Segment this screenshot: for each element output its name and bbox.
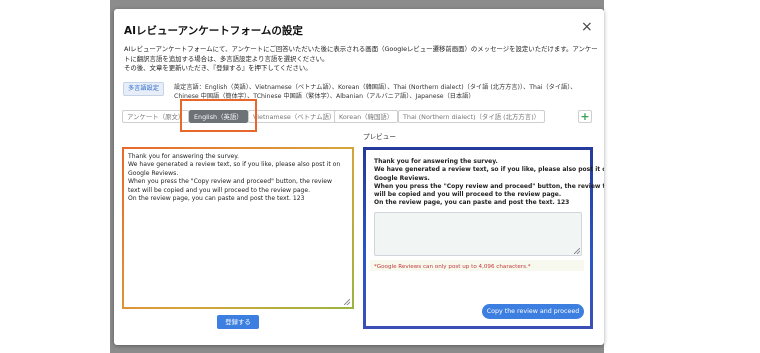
preview-line: When you press the "Copy review and proc… (374, 182, 604, 190)
editor-line: Thank you for answering the survey. (128, 153, 239, 160)
message-editor[interactable]: Thank you for answering the survey. We h… (122, 147, 354, 309)
tab-thai-northern[interactable]: Thai (Northern dialect)（タイ語 (北方方言)） (398, 110, 546, 123)
resize-handle-icon[interactable] (344, 299, 350, 305)
tab-vietnamese[interactable]: Vietnamese（ベトナム語） (248, 110, 341, 123)
description-line: トに翻訳言語を追加する場合は、多言語設定より言語を選択ください。 (124, 54, 329, 63)
close-icon[interactable]: × (581, 20, 593, 34)
preview-review-textarea[interactable] (374, 212, 582, 256)
preview-line: will be copied and you will proceed to t… (374, 191, 562, 199)
copy-review-proceed-button[interactable]: Copy the review and proceed (482, 304, 584, 319)
editor-line: Google Reviews. (128, 169, 179, 177)
preview-line: Thank you for answering the survey. (374, 158, 498, 165)
description-line: その後、文章を更新いただき、『登録する』を押下してください。 (124, 64, 312, 73)
languages-line: 設定言語：English（英語）、Vietnamese（ベトナム語）、Korea… (174, 84, 577, 91)
editor-line: We have generated a review text, so if y… (128, 161, 341, 169)
multilang-settings-button[interactable]: 多言語設定 (123, 82, 164, 96)
preview-label: プレビュー (363, 133, 396, 141)
preview-panel: Thank you for answering the survey. We h… (363, 147, 604, 329)
active-tab-highlight (180, 99, 257, 132)
preview-line: We have generated a review text, so if y… (374, 166, 604, 174)
register-button[interactable]: 登録する (217, 315, 259, 329)
editor-line: When you press the "Copy review and proc… (128, 178, 332, 186)
modal-title: AIレビューアンケートフォームの設定 (124, 25, 303, 37)
preview-message: Thank you for answering the survey. We h… (374, 158, 604, 208)
resize-handle-icon[interactable] (574, 248, 580, 254)
editor-line: text will be copied and you will proceed… (128, 186, 311, 194)
description-line: AIレビューアンケートフォームにて、アンケートにご回答いただいた後に表示される画… (124, 45, 598, 53)
editor-line: On the review page, you can paste and po… (128, 195, 305, 203)
preview-line: Google Reviews. (374, 174, 430, 182)
editor-text[interactable]: Thank you for answering the survey. We h… (128, 153, 340, 203)
modal-description: AIレビューアンケートフォームにて、アンケートにご回答いただいた後に表示される画… (124, 45, 598, 74)
tab-korean[interactable]: Korean（韓国語） (334, 110, 399, 123)
settings-modal: AIレビューアンケートフォームの設定 × AIレビューアンケートフォームにて、ア… (114, 9, 604, 345)
preview-line: On the review page, you can paste and po… (374, 199, 570, 207)
character-limit-note: *Google Reviews can only post up to 4,09… (374, 264, 531, 270)
add-language-tab-button[interactable]: + (578, 110, 592, 123)
